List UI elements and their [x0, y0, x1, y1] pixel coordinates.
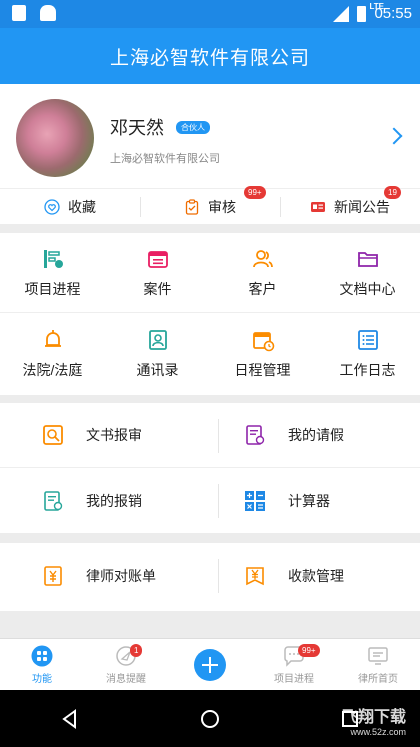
messages-badge: 1 — [130, 644, 143, 657]
heart-icon — [44, 198, 60, 215]
calculator-item[interactable]: 计算器 — [218, 468, 420, 533]
tab-label: 律所首页 — [358, 673, 398, 685]
module-document-center[interactable]: 文档中心 — [315, 233, 420, 312]
user-name: 邓天然 — [110, 118, 164, 138]
tab-firm-home[interactable]: 律所首页 — [336, 639, 420, 690]
tab-label: 项目进程 — [274, 673, 314, 685]
news-label: 新闻公告 — [334, 198, 390, 215]
review-button[interactable]: 审核 99+ — [140, 186, 280, 224]
favorites-label: 收藏 — [68, 198, 96, 215]
folder-icon — [357, 251, 378, 267]
company-name: 上海必智软件有限公司 — [110, 153, 220, 165]
clipboard-icon — [185, 198, 199, 215]
chevron-right-icon[interactable] — [385, 127, 403, 145]
module-label: 法院/法庭 — [22, 362, 83, 378]
review-label: 审核 — [208, 198, 236, 215]
tab-label: 功能 — [32, 673, 52, 685]
tab-functions[interactable]: 功能 — [0, 639, 84, 690]
role-badge: 合伙人 — [176, 121, 210, 134]
quick-actions: 收藏 审核 99+ 新闻公告 19 — [0, 186, 420, 224]
news-icon — [311, 201, 325, 212]
module-label: 客户 — [248, 280, 277, 297]
news-button[interactable]: 新闻公告 19 — [280, 186, 420, 224]
grid-icon — [31, 645, 53, 666]
calculator-icon — [245, 490, 265, 511]
contacts-icon — [148, 330, 167, 350]
workflow-section: 文书报审 我的请假 我的报销 计算器 — [0, 403, 420, 533]
module-customers[interactable]: 客户 — [210, 233, 315, 312]
bottom-tab-bar: 功能 消息提醒 1 项目进程 99+ 律所首页 — [0, 638, 420, 690]
project-icon — [43, 249, 63, 268]
review-badge: 99+ — [244, 186, 266, 199]
plus-icon[interactable] — [194, 648, 226, 681]
document-review-icon — [43, 425, 63, 445]
status-bar: LTE 05:55 — [0, 0, 420, 28]
list-icon — [357, 330, 378, 350]
monitor-icon — [368, 646, 388, 665]
my-leave-item[interactable]: 我的请假 — [218, 403, 420, 467]
list-item-label: 律师对账单 — [86, 567, 156, 584]
leave-icon — [246, 425, 265, 445]
lawyer-statement-item[interactable]: 律师对账单 — [0, 543, 218, 608]
tab-add[interactable] — [168, 639, 252, 690]
tab-label: 消息提醒 — [106, 673, 146, 685]
reimbursement-item[interactable]: 我的报销 — [0, 468, 218, 533]
profile-card[interactable]: 邓天然 合伙人 上海必智软件有限公司 收藏 审核 99+ 新闻公告 19 — [0, 84, 420, 224]
module-contacts[interactable]: 通讯录 — [105, 314, 210, 394]
project-badge: 99+ — [298, 644, 320, 657]
home-icon[interactable] — [200, 709, 220, 729]
list-item-label: 我的请假 — [288, 427, 344, 443]
list-item-label: 文书报审 — [86, 427, 142, 443]
bell-icon — [44, 330, 61, 347]
news-badge: 19 — [384, 186, 401, 199]
module-label: 案件 — [143, 280, 172, 297]
finance-section: 律师对账单 收款管理 — [0, 543, 420, 611]
module-label: 项目进程 — [24, 280, 81, 297]
module-work-log[interactable]: 工作日志 — [315, 314, 420, 394]
module-schedule[interactable]: 日程管理 — [210, 314, 315, 394]
module-label: 日程管理 — [234, 362, 291, 378]
case-icon — [147, 250, 168, 268]
module-grid: 项目进程 案件 客户 文档中心 法院/法庭 通讯录 日程管理 工作日志 — [0, 233, 420, 395]
module-label: 文档中心 — [339, 280, 396, 297]
tab-project-progress[interactable]: 项目进程 99+ — [252, 639, 336, 690]
module-label: 通讯录 — [136, 362, 179, 378]
payment-icon — [246, 566, 264, 585]
calendar-icon — [252, 332, 274, 352]
page-title: 上海必智软件有限公司 — [109, 47, 310, 69]
signal-icon — [333, 5, 350, 22]
android-icon — [40, 5, 56, 21]
clock: 05:55 — [374, 5, 412, 22]
module-project-progress[interactable]: 项目进程 — [0, 233, 105, 312]
watermark-url: www.52z.com — [350, 727, 406, 737]
customer-icon — [252, 249, 273, 267]
favorites-button[interactable]: 收藏 — [0, 189, 140, 224]
system-nav-bar: 飞翔下载 www.52z.com — [0, 690, 420, 747]
watermark: 飞翔下载 www.52z.com — [341, 709, 406, 739]
list-item-label: 收款管理 — [288, 567, 344, 584]
app-header: 上海必智软件有限公司 — [0, 28, 420, 84]
back-icon[interactable] — [60, 708, 80, 729]
document-review-item[interactable]: 文书报审 — [0, 403, 218, 467]
battery-icon — [357, 5, 367, 22]
module-cases[interactable]: 案件 — [105, 233, 210, 312]
statement-icon — [44, 565, 62, 586]
sd-card-icon — [12, 5, 26, 21]
module-label: 工作日志 — [339, 362, 396, 378]
watermark-title: 飞翔下载 — [341, 709, 406, 726]
list-item-label: 我的报销 — [86, 492, 142, 509]
list-item-label: 计算器 — [288, 492, 330, 509]
tab-messages[interactable]: 消息提醒 1 — [84, 639, 168, 690]
payment-management-item[interactable]: 收款管理 — [218, 543, 420, 608]
reimburse-icon — [44, 490, 63, 511]
avatar[interactable] — [16, 99, 94, 177]
module-court[interactable]: 法院/法庭 — [0, 314, 105, 394]
